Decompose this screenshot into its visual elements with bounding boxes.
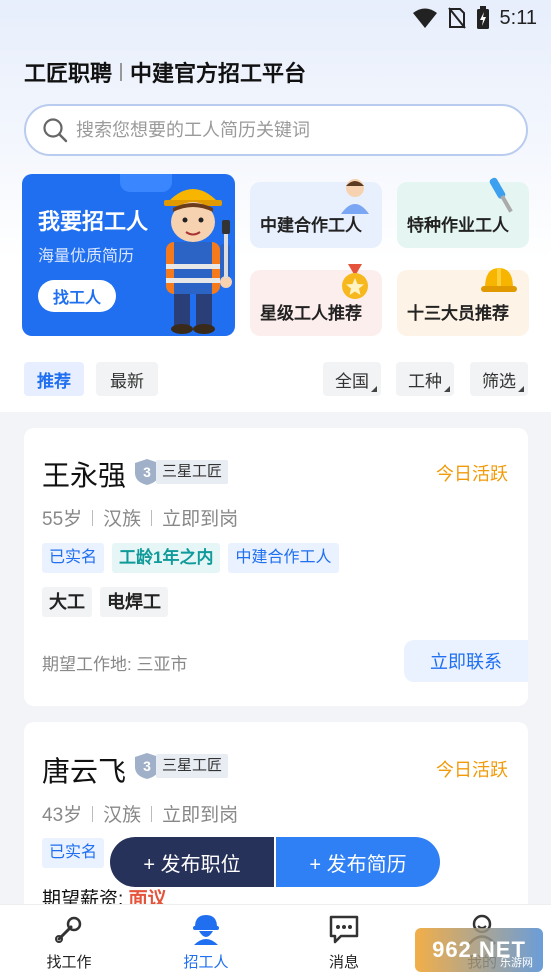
worker-availability: 立即到岗 <box>162 805 239 826</box>
skill-tag: 大工 <box>42 587 92 617</box>
tab-label: 消息 <box>328 954 359 971</box>
category-star-workers[interactable]: 星级工人推荐 <box>250 264 382 336</box>
tag-verified: 已实名 <box>42 543 105 573</box>
watermark-sub: 乐游网 <box>500 957 533 969</box>
hero-title: 我要招工人 <box>38 209 149 234</box>
filter-dropdown[interactable]: 筛选 <box>470 362 528 396</box>
worker-skills: 大工 电焊工 <box>42 587 168 617</box>
worker-availability: 立即到岗 <box>162 509 239 530</box>
category-special-operations[interactable]: 特种作业工人 <box>397 177 529 248</box>
screwdriver-icon <box>489 177 513 213</box>
hire-workers-card[interactable]: 我要招工人 海量优质简历 找工人 <box>22 174 235 336</box>
dropdown-triangle-icon <box>371 386 377 392</box>
tab-latest[interactable]: 最新 <box>96 362 158 396</box>
tab-messages[interactable]: 消息 <box>299 913 389 972</box>
category-cscec-workers[interactable]: 中建合作工人 <box>250 179 382 248</box>
search-bar[interactable] <box>24 104 528 156</box>
brand-name: 工匠职聘 <box>24 61 113 86</box>
category-label: 特种作业工人 <box>407 216 509 235</box>
skill-tag: 电焊工 <box>100 587 168 617</box>
search-icon <box>43 118 68 143</box>
find-workers-button[interactable]: 找工人 <box>38 280 116 312</box>
activity-status: 今日活跃 <box>436 464 508 484</box>
worker-meta: 55岁 汉族 立即到岗 <box>42 504 238 531</box>
divider <box>120 63 123 81</box>
no-sim-icon <box>447 7 466 29</box>
dropdown-label: 工种 <box>408 371 442 391</box>
wifi-icon <box>412 8 437 28</box>
app-header: 工匠职聘 中建官方招工平台 <box>24 56 306 88</box>
worker-ethnicity: 汉族 <box>103 805 142 826</box>
worker-age: 43岁 <box>42 805 83 826</box>
person-icon <box>341 179 369 214</box>
clock: 5:11 <box>499 6 537 29</box>
post-job-button[interactable]: + 发布职位 <box>110 837 274 887</box>
divider <box>151 509 153 526</box>
dropdown-triangle-icon <box>518 386 524 392</box>
dropdown-label: 全国 <box>335 371 369 391</box>
battery-charging-icon <box>476 6 489 29</box>
category-label: 中建合作工人 <box>260 216 362 235</box>
worker-meta: 43岁 汉族 立即到岗 <box>42 800 238 827</box>
trade-dropdown[interactable]: 工种 <box>396 362 454 396</box>
star-level-badge: 3 三星工匠 <box>134 458 229 486</box>
tab-label: 招工人 <box>183 954 229 971</box>
category-label: 星级工人推荐 <box>260 304 362 323</box>
site-watermark: 962.NET 乐游网 <box>415 928 543 972</box>
divider <box>92 509 94 526</box>
status-icons: 5:11 <box>412 6 537 30</box>
worker-name: 王永强 <box>42 460 127 491</box>
wrench-icon <box>55 916 82 943</box>
badge-label: 三星工匠 <box>156 460 229 484</box>
medal-icon <box>342 264 368 299</box>
category-thirteen-officers[interactable]: 十三大员推荐 <box>397 268 529 336</box>
category-label: 十三大员推荐 <box>407 304 509 323</box>
tab-hire-workers[interactable]: 招工人 <box>161 913 251 972</box>
worker-name: 唐云飞 <box>42 756 127 787</box>
dropdown-label: 筛选 <box>482 371 516 391</box>
worker-tags: 已实名 <box>42 838 105 868</box>
activity-status: 今日活跃 <box>436 760 508 780</box>
worker-age: 55岁 <box>42 509 83 530</box>
status-bar: 5:11 <box>0 0 551 40</box>
brand-slogan: 中建官方招工平台 <box>130 61 307 86</box>
tag-experience: 工龄1年之内 <box>112 543 221 573</box>
worker-tags: 已实名 工龄1年之内 中建合作工人 <box>42 543 339 573</box>
tag-partner: 中建合作工人 <box>228 543 339 573</box>
search-input[interactable] <box>76 119 496 141</box>
worker-illustration-icon <box>164 189 232 334</box>
dropdown-triangle-icon <box>444 386 450 392</box>
hardhat-icon <box>481 268 517 292</box>
divider <box>151 805 153 822</box>
star-level-badge: 3 三星工匠 <box>134 752 229 780</box>
worker-icon <box>193 915 219 945</box>
badge-label: 三星工匠 <box>156 754 229 778</box>
tag-verified: 已实名 <box>42 838 105 868</box>
message-icon <box>329 915 359 944</box>
worker-card[interactable]: 王永强 3 三星工匠 今日活跃 55岁 汉族 立即到岗 已实名 工龄1年之内 中… <box>24 428 528 706</box>
contact-button[interactable]: 立即联系 <box>404 640 528 682</box>
region-dropdown[interactable]: 全国 <box>323 362 381 396</box>
expected-location: 期望工作地: 三亚市 <box>42 655 188 674</box>
post-resume-button[interactable]: + 发布简历 <box>276 837 440 887</box>
level-number: 3 <box>143 758 151 774</box>
tab-recommended[interactable]: 推荐 <box>24 362 84 396</box>
level-number: 3 <box>143 464 151 480</box>
tab-label: 找工作 <box>46 954 92 971</box>
worker-ethnicity: 汉族 <box>103 509 142 530</box>
tab-find-job[interactable]: 找工作 <box>24 913 114 972</box>
filter-bar: 推荐 最新 全国 工种 筛选 <box>0 362 551 396</box>
divider <box>92 805 94 822</box>
hero-subtitle: 海量优质简历 <box>38 248 135 265</box>
